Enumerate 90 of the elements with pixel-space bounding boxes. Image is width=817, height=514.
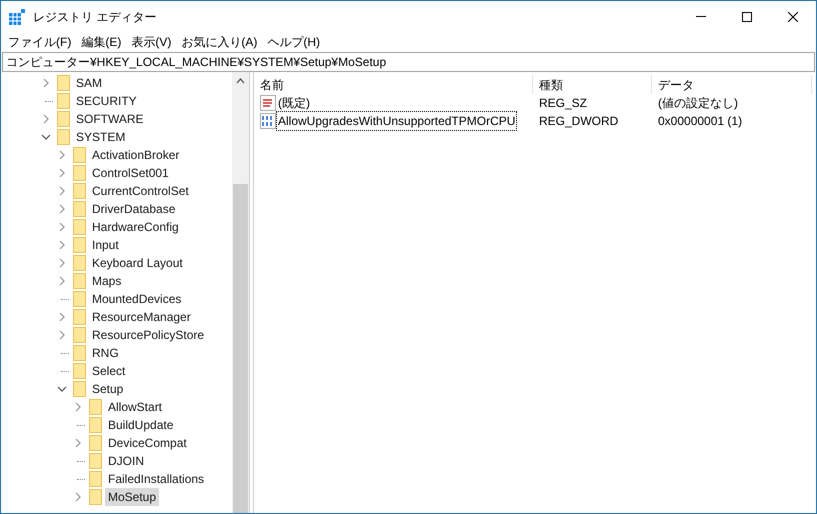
folder-icon [89, 417, 102, 433]
value-data: 0x00000001 (1) [657, 113, 744, 130]
maximize-icon [742, 12, 752, 22]
chevron-right-icon[interactable] [57, 276, 67, 286]
folder-icon [89, 453, 102, 469]
tree-item[interactable]: ControlSet001 [89, 164, 172, 182]
chevron-right-icon[interactable] [73, 402, 83, 412]
folder-icon [73, 381, 86, 397]
chevron-right-icon[interactable] [41, 78, 51, 88]
chevron-right-icon[interactable] [57, 204, 67, 214]
tree-item[interactable]: ActivationBroker [89, 146, 182, 164]
folder-icon [73, 327, 86, 343]
tree-item[interactable]: DeviceCompat [105, 434, 190, 452]
chevron-down-icon[interactable] [41, 132, 51, 142]
tree-item[interactable]: BuildUpdate [105, 416, 176, 434]
folder-icon [73, 237, 86, 253]
tree-item[interactable]: Input [89, 236, 122, 254]
binary-value-icon [260, 113, 276, 129]
folder-icon [89, 399, 102, 415]
chevron-right-icon[interactable] [57, 168, 67, 178]
folder-icon [73, 363, 86, 379]
tree-item[interactable]: SECURITY [73, 92, 140, 110]
tree-item[interactable]: MoSetup [105, 488, 160, 506]
scrollbar[interactable] [232, 72, 249, 513]
chevron-right-icon[interactable] [73, 438, 83, 448]
window-title: レジストリ エディター [33, 8, 156, 26]
chevron-down-icon[interactable] [57, 384, 67, 394]
folder-icon [73, 309, 86, 325]
scrollbar-thumb[interactable] [233, 184, 248, 513]
folder-icon [73, 291, 86, 307]
folder-icon [73, 183, 86, 199]
scroll-up-icon[interactable] [236, 78, 245, 84]
folder-icon [73, 147, 86, 163]
chevron-right-icon[interactable] [57, 258, 67, 268]
folder-icon [73, 273, 86, 289]
tree-item[interactable]: DriverDatabase [89, 200, 178, 218]
menu-item[interactable]: 編集(E) [76, 33, 126, 51]
tree-item[interactable]: Select [89, 362, 128, 380]
tree-item[interactable]: SAM [73, 74, 106, 92]
folder-icon [73, 201, 86, 217]
tree-item[interactable]: RNG [89, 344, 122, 362]
chevron-right-icon[interactable] [57, 240, 67, 250]
folder-icon [89, 471, 102, 487]
chevron-right-icon[interactable] [57, 330, 67, 340]
tree-item[interactable]: Setup [89, 380, 126, 398]
folder-icon [73, 345, 86, 361]
value-data: (値の設定なし) [657, 95, 739, 112]
chevron-right-icon[interactable] [73, 492, 83, 502]
folder-icon [89, 489, 102, 505]
value-name[interactable]: (既定) [277, 94, 311, 112]
folder-icon [89, 435, 102, 451]
tree-item[interactable]: Maps [89, 272, 124, 290]
column-header[interactable]: 種類 [533, 75, 652, 94]
tree-item[interactable]: HardwareConfig [89, 218, 182, 236]
chevron-right-icon[interactable] [41, 114, 51, 124]
tree-item[interactable]: ResourcePolicyStore [89, 326, 208, 344]
tree-item[interactable]: Keyboard Layout [89, 254, 186, 272]
tree-item[interactable]: CurrentControlSet [89, 182, 192, 200]
chevron-right-icon[interactable] [57, 186, 67, 196]
column-header[interactable]: データ [652, 75, 812, 94]
chevron-right-icon[interactable] [57, 222, 67, 232]
address-bar[interactable]: コンピューター¥HKEY_LOCAL_MACHINE¥SYSTEM¥Setup¥MoSetup [2, 52, 815, 72]
tree-item[interactable]: SOFTWARE [73, 110, 147, 128]
folder-icon [57, 129, 70, 145]
tree-item[interactable]: MountedDevices [89, 290, 184, 308]
chevron-right-icon[interactable] [57, 312, 67, 322]
folder-icon [57, 93, 70, 109]
value-name[interactable]: AllowUpgradesWithUnsupportedTPMOrCPU [277, 112, 516, 130]
minimize-icon [696, 16, 706, 17]
menu-item[interactable]: ヘルプ(H) [262, 33, 325, 51]
string-value-icon [260, 95, 276, 111]
tree-item[interactable]: FailedInstallations [105, 470, 208, 488]
tree-item[interactable]: DJOIN [105, 452, 147, 470]
column-header[interactable]: 名前 [254, 75, 533, 94]
folder-icon [57, 75, 70, 91]
tree-item[interactable]: AllowStart [105, 398, 166, 416]
folder-icon [73, 255, 86, 271]
close-icon [788, 12, 798, 22]
folder-icon [73, 219, 86, 235]
folder-icon [73, 165, 86, 181]
menu-item[interactable]: ファイル(F) [3, 33, 76, 51]
app-icon [9, 8, 25, 24]
chevron-right-icon[interactable] [57, 150, 67, 160]
value-type: REG_DWORD [538, 113, 620, 130]
menu-item[interactable]: お気に入り(A) [176, 33, 262, 51]
tree-item[interactable]: SYSTEM [73, 128, 128, 146]
folder-icon [57, 111, 70, 127]
tree-item[interactable]: ResourceManager [89, 308, 194, 326]
value-type: REG_SZ [538, 95, 588, 112]
menu-item[interactable]: 表示(V) [126, 33, 176, 51]
